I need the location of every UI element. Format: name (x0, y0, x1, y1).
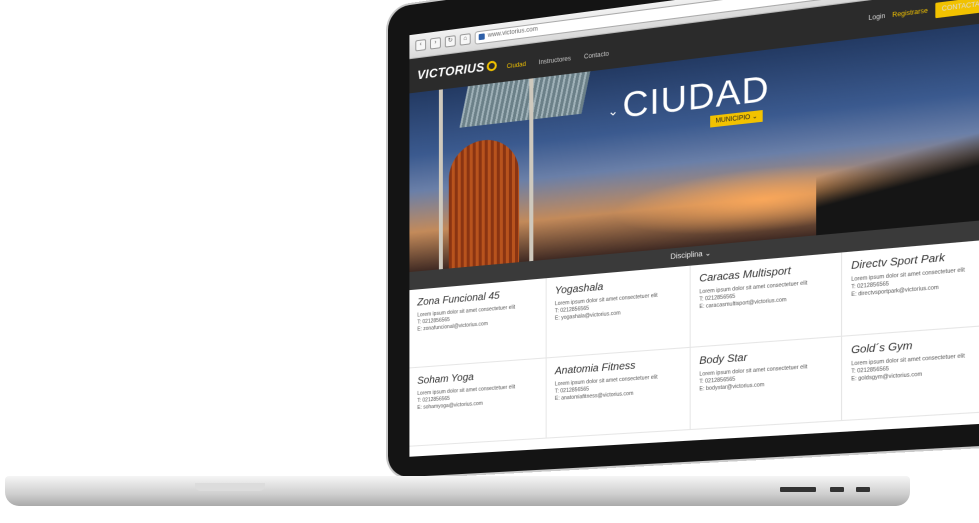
menu-item-instructores[interactable]: Instructores (539, 56, 571, 66)
back-icon[interactable]: ‹ (415, 38, 427, 52)
gym-card[interactable]: Gold´s Gym Lorem ipsum dolor sit amet co… (842, 325, 979, 422)
pole (529, 78, 534, 273)
gym-card[interactable]: Directv Sport Park Lorem ipsum dolor sit… (842, 238, 979, 337)
gym-card[interactable]: Zona Funcional 45 Lorem ipsum dolor sit … (409, 278, 547, 369)
site-logo[interactable]: VICTORIUS (417, 58, 497, 83)
contact-button[interactable]: CONTACTAR (934, 0, 979, 19)
gym-card[interactable]: Soham Yoga Lorem ipsum dolor sit amet co… (409, 358, 547, 447)
home-icon[interactable]: ⌂ (459, 33, 471, 46)
lid-opening-notch (195, 483, 265, 491)
pole (438, 89, 443, 273)
discipline-label: Disciplina (670, 250, 703, 262)
url-text: www.victorius.com (487, 26, 538, 40)
header-actions: Login Registrarse CONTACTAR (868, 0, 979, 27)
card-slot (780, 487, 816, 492)
site-favicon-icon (478, 33, 485, 41)
logo-text: VICTORIUS (417, 59, 485, 83)
laptop-base (5, 476, 910, 506)
menu-item-contacto[interactable]: Contacto (584, 51, 609, 60)
gym-card[interactable]: Body Star Lorem ipsum dolor sit amet con… (690, 336, 843, 431)
hdmi-port (830, 487, 844, 492)
usb-port (856, 487, 870, 492)
chevron-down-icon[interactable]: ⌄ (608, 103, 619, 119)
reload-icon[interactable]: ↻ (444, 35, 456, 48)
login-link[interactable]: Login (868, 14, 885, 23)
main-menu: Ciudad Instructores Contacto (507, 41, 618, 73)
gym-card[interactable]: Anatomia Fitness Lorem ipsum dolor sit a… (546, 347, 691, 439)
register-link[interactable]: Registrarse (892, 8, 928, 19)
sculpture (448, 136, 520, 273)
gym-card[interactable]: Caracas Multisport Lorem ipsum dolor sit… (690, 252, 843, 348)
chevron-down-icon: ⌄ (704, 250, 712, 259)
chevron-down-icon: ⌄ (752, 113, 758, 121)
laptop-photo: ‹ › ↻ ⌂ www.victorius.com ↑ ❐ VICTORIUS … (0, 0, 979, 523)
forward-icon[interactable]: › (430, 37, 441, 50)
logo-mark-icon (486, 60, 497, 72)
tree-silhouette (816, 118, 979, 236)
menu-item-ciudad[interactable]: Ciudad (507, 62, 526, 71)
municipio-label: MUNICIPIO (715, 114, 751, 125)
laptop-screen: ‹ › ↻ ⌂ www.victorius.com ↑ ❐ VICTORIUS … (409, 0, 979, 457)
laptop-lid: ‹ › ↻ ⌂ www.victorius.com ↑ ❐ VICTORIUS … (388, 0, 979, 478)
gym-card[interactable]: Yogashala Lorem ipsum dolor sit amet con… (546, 265, 691, 359)
